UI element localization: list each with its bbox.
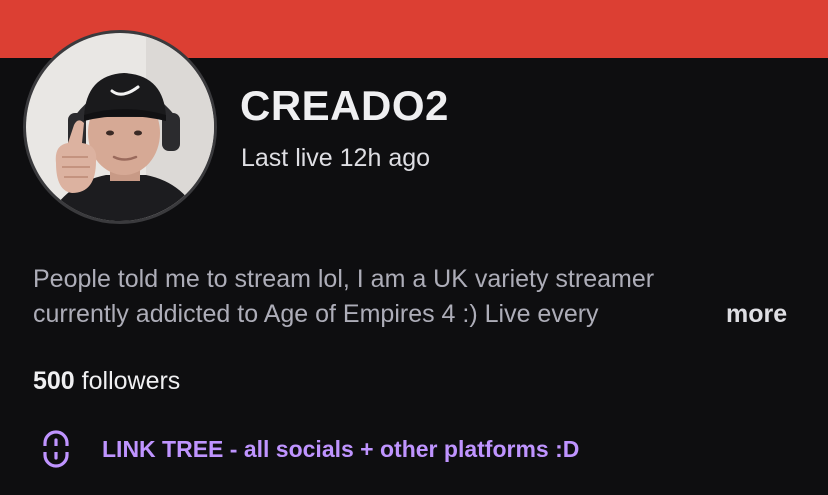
bio-more-button[interactable]: more [726,297,787,332]
avatar-photo [26,33,214,221]
last-live-status: Last live 12h ago [241,144,431,172]
channel-name: CREADO2 [240,82,449,129]
followers-number: 500 [33,367,75,395]
social-link-label[interactable]: LINK TREE - all socials + other platform… [102,433,579,465]
bio-line-2: currently addicted to Age of Empires 4 :… [33,300,599,328]
bio-line-1: People told me to stream lol, I am a UK … [33,265,655,293]
link-icon [38,428,74,470]
followers-count: 500 followers [33,365,180,397]
channel-bio: People told me to stream lol, I am a UK … [33,262,713,332]
followers-label: followers [74,367,181,395]
social-link-linktree[interactable]: LINK TREE - all socials + other platform… [38,428,579,470]
avatar[interactable] [23,30,217,224]
